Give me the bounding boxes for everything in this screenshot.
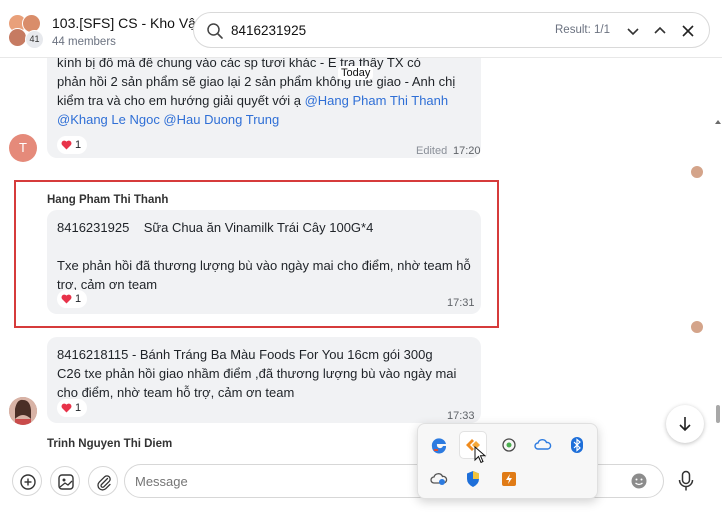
- plus-circle-icon: [20, 474, 36, 490]
- search-input[interactable]: 8416231925: [231, 23, 306, 38]
- touch-icon[interactable]: [496, 432, 522, 458]
- seen-avatar: [690, 165, 704, 179]
- mouse-cursor-icon: [474, 446, 486, 464]
- chat-header: 41 103.[SFS] CS - Kho Vận 44 members 841…: [0, 0, 722, 58]
- chevron-up-icon[interactable]: [650, 21, 670, 41]
- message-text: kính bị đổ mà để chung vào các sp tươi k…: [57, 58, 471, 72]
- microphone-icon[interactable]: [676, 470, 696, 492]
- message-line: phản hồi 2 sản phẩm sẽ giao lại 2 sản ph…: [57, 74, 456, 89]
- heart-icon: [61, 294, 72, 304]
- avatar[interactable]: [9, 397, 37, 425]
- cloud-glyph: [534, 439, 552, 450]
- close-icon[interactable]: [678, 21, 698, 41]
- avatar[interactable]: T: [9, 134, 37, 162]
- edge-icon[interactable]: [426, 432, 452, 458]
- seen-avatar: [690, 320, 704, 334]
- shield-icon: [467, 471, 479, 487]
- message-line: cho điểm, nhờ team hỗ trợ, cảm ơn team: [57, 385, 295, 400]
- reaction-badge[interactable]: 1: [57, 399, 88, 417]
- cloud-sync-icon[interactable]: [426, 466, 452, 492]
- reaction-badge[interactable]: 1: [57, 136, 88, 154]
- emoji-icon[interactable]: [630, 472, 648, 490]
- avatar-count: 41: [25, 30, 44, 49]
- search-result-count: Result: 1/1: [555, 24, 610, 36]
- onedrive-icon[interactable]: [530, 432, 556, 458]
- message-bubble[interactable]: 8416231925 Sữa Chua ăn Vinamilk Trái Cây…: [47, 210, 481, 314]
- reaction-badge[interactable]: 1: [57, 290, 88, 308]
- heart-icon: [61, 140, 72, 150]
- sticker-button[interactable]: [50, 466, 80, 496]
- message-bubble[interactable]: 8416218115 - Bánh Tráng Ba Màu Foods For…: [47, 337, 481, 423]
- message-time: 17:20: [453, 145, 481, 157]
- heart-icon: [61, 403, 72, 413]
- edited-label: Edited: [416, 145, 448, 157]
- bluetooth-glyph: [571, 437, 583, 453]
- reaction-count: 1: [75, 402, 82, 414]
- security-icon[interactable]: [460, 466, 486, 492]
- mention-link[interactable]: @Hang Pham Thi Thanh: [305, 93, 449, 108]
- message-line: Txe phản hồi đã thương lượng bù vào ngày…: [57, 258, 471, 273]
- message-bubble[interactable]: kính bị đổ mà để chung vào các sp tươi k…: [47, 58, 481, 158]
- group-avatar[interactable]: 41: [8, 14, 44, 49]
- message-line: kính bị đổ mà để chung vào các sp tươi k…: [57, 58, 337, 70]
- scroll-up-arrow[interactable]: [714, 118, 722, 126]
- message-line: kiểm tra và cho em hướng giải quyết với …: [57, 91, 471, 110]
- message-list[interactable]: kính bị đổ mà để chung vào các sp tươi k…: [0, 58, 722, 456]
- system-tray-overflow: [417, 423, 598, 499]
- touch-glyph: [502, 438, 516, 452]
- sender-name[interactable]: Hang Pham Thi Thanh: [47, 194, 168, 206]
- message-text: kiểm tra và cho em hướng giải quyết với …: [57, 93, 305, 108]
- reaction-count: 1: [75, 139, 82, 151]
- message-time: 17:31: [447, 297, 475, 309]
- message-search-bar[interactable]: 8416231925 Result: 1/1: [193, 12, 710, 48]
- member-count[interactable]: 44 members: [52, 36, 116, 48]
- bluetooth-icon[interactable]: [564, 432, 590, 458]
- reaction-count: 1: [75, 293, 82, 305]
- group-name[interactable]: 103.[SFS] CS - Kho Vận: [52, 15, 204, 31]
- paperclip-icon: [97, 475, 111, 491]
- date-divider: Today: [338, 66, 374, 80]
- image-icon: [58, 474, 74, 490]
- message-line: 8416218115 - Bánh Tráng Ba Màu Foods For…: [57, 347, 433, 362]
- chevron-down-icon[interactable]: [623, 21, 643, 41]
- avatar-photo: [9, 397, 37, 425]
- message-line: trợ, cảm ơn team: [57, 277, 158, 292]
- message-line: 8416231925 Sữa Chua ăn Vinamilk Trái Cây…: [57, 220, 374, 235]
- scrollbar-thumb[interactable]: [716, 405, 720, 423]
- sender-name[interactable]: Trinh Nguyen Thi Diem: [47, 438, 172, 450]
- power-app-icon[interactable]: [496, 466, 522, 492]
- arrow-down-icon: [679, 417, 691, 432]
- cloud-sync-glyph: [430, 473, 448, 485]
- search-icon: [207, 23, 223, 39]
- message-composer: [0, 456, 722, 512]
- mention-link[interactable]: @Khang Le Ngoc @Hau Duong Trung: [57, 110, 471, 129]
- message-line: C26 txe phản hồi giao nhầm điểm ,đã thươ…: [57, 366, 457, 381]
- edge-glyph: [431, 438, 447, 454]
- attach-button[interactable]: [88, 466, 118, 496]
- power-glyph: [502, 472, 516, 486]
- add-button[interactable]: [12, 466, 42, 496]
- scroll-to-bottom-button[interactable]: [666, 405, 704, 443]
